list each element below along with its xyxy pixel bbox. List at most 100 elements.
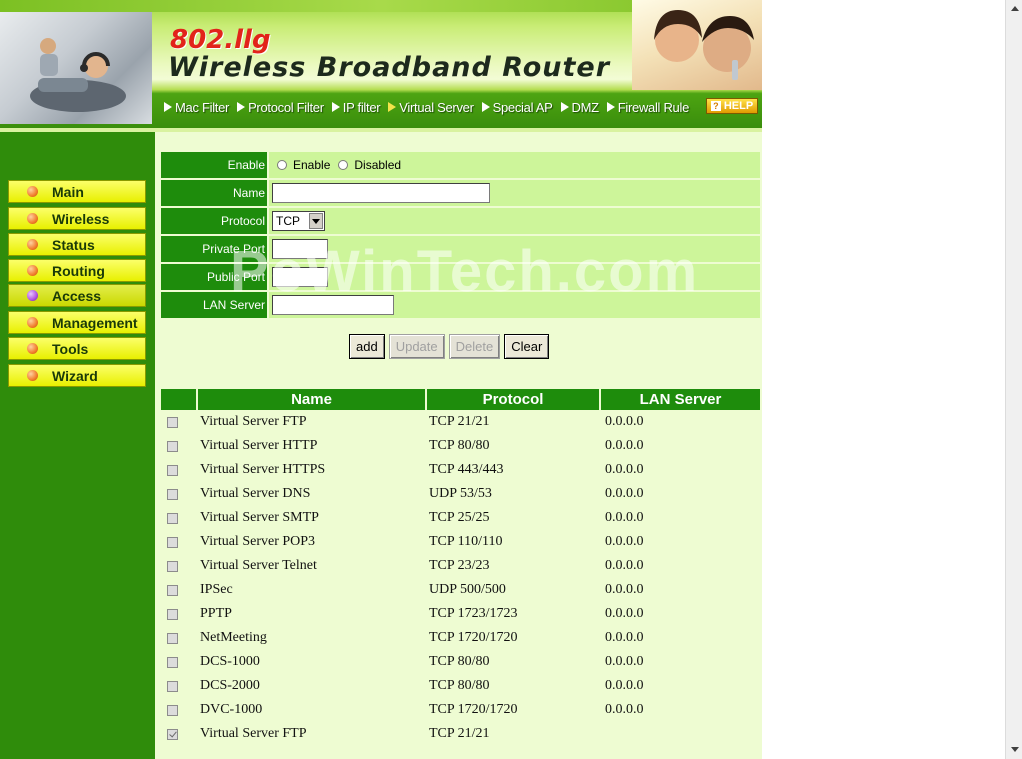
bullet-icon [27, 290, 38, 301]
sidebar-item-tools[interactable]: Tools [8, 337, 146, 360]
row-checkbox[interactable] [167, 680, 178, 692]
protocol-select[interactable]: TCP [272, 211, 325, 231]
banner-photo-left [0, 12, 152, 124]
row-checkbox[interactable] [167, 632, 178, 644]
arrow-right-icon [388, 102, 397, 112]
row-protocol: TCP 1723/1723 [429, 606, 518, 621]
table-row: Virtual Server HTTPS TCP 443/443 0.0.0.0 [161, 458, 760, 482]
table-body: Virtual Server FTP TCP 21/21 0.0.0.0 Virtua… [161, 410, 760, 746]
sidebar-item-main[interactable]: Main [8, 180, 146, 203]
header-banner: 802.llg Wireless Broadband Router Mac Fi… [0, 0, 762, 128]
nav-label: DMZ [571, 99, 600, 115]
sidebar-item-management[interactable]: Management [8, 311, 146, 334]
arrow-right-icon [164, 102, 172, 112]
scroll-up-icon[interactable] [1007, 1, 1022, 16]
table-row: Virtual Server FTP TCP 21/21 [161, 722, 760, 746]
row-lan-server: 0.0.0.0 [605, 678, 644, 693]
public-port-input[interactable] [272, 267, 328, 287]
table-row: IPSec UDP 500/500 0.0.0.0 [161, 578, 760, 602]
name-input[interactable] [272, 183, 490, 203]
sidebar-item-status[interactable]: Status [8, 233, 146, 256]
row-checkbox[interactable] [167, 608, 178, 620]
scroll-down-icon[interactable] [1007, 742, 1022, 757]
row-protocol: TCP 80/80 [429, 678, 490, 693]
row-checkbox[interactable] [167, 704, 178, 716]
row-checkbox[interactable] [167, 584, 178, 596]
nav-ip-filter[interactable]: IP filter [331, 100, 381, 115]
sidebar-item-routing[interactable]: Routing [8, 259, 146, 282]
enable-label: Enable [161, 152, 267, 178]
nav-virtual-server[interactable]: Virtual Server [388, 100, 474, 115]
nav-label: Protocol Filter [248, 99, 324, 115]
form-row-lan-server: LAN Server [161, 292, 760, 318]
banner-photo-right [632, 0, 762, 90]
bullet-icon [27, 317, 38, 328]
sidebar-item-label: Wizard [52, 367, 98, 384]
add-button[interactable]: add [349, 334, 385, 359]
row-name: DCS-1000 [200, 654, 260, 669]
row-protocol: TCP 1720/1720 [429, 702, 518, 717]
row-name: Virtual Server DNS [200, 486, 311, 501]
row-select-cell [161, 512, 198, 524]
nav-dmz[interactable]: DMZ [560, 99, 600, 115]
row-lan-server: 0.0.0.0 [605, 582, 644, 597]
nav-label: Mac Filter [175, 99, 230, 115]
row-protocol: TCP 25/25 [429, 510, 490, 525]
delete-button[interactable]: Delete [448, 334, 501, 359]
sidebar-item-label: Management [52, 314, 138, 331]
nav-protocol-filter[interactable]: Protocol Filter [237, 100, 324, 115]
sidebar: Main Wireless Status Routing Access Mana… [0, 128, 155, 759]
update-button[interactable]: Update [388, 334, 445, 359]
row-name: DCS-2000 [200, 678, 260, 693]
row-checkbox[interactable] [167, 488, 178, 500]
product-title: Wireless Broadband Router [168, 52, 611, 83]
nav-label: Firewall Rule [617, 99, 690, 115]
nav-firewall-rule[interactable]: Firewall Rule [606, 99, 690, 115]
row-checkbox[interactable] [167, 512, 178, 524]
sidebar-item-label: Status [52, 236, 95, 253]
lan-server-label: LAN Server [161, 292, 267, 318]
form-row-protocol: Protocol TCP [161, 208, 760, 234]
row-checkbox[interactable] [167, 536, 178, 548]
enable-radio[interactable] [277, 160, 287, 170]
row-checkbox[interactable] [167, 416, 178, 428]
arrow-right-icon [331, 102, 340, 112]
row-select-cell [161, 536, 198, 548]
row-name: Virtual Server HTTP [200, 438, 318, 453]
row-checkbox[interactable] [167, 440, 178, 452]
sidebar-item-wizard[interactable]: Wizard [8, 364, 146, 387]
row-checkbox[interactable] [167, 464, 178, 476]
help-button[interactable]: ? HELP [706, 98, 758, 114]
row-checkbox[interactable] [167, 560, 178, 572]
table-row: DVC-1000 TCP 1720/1720 0.0.0.0 [161, 698, 760, 722]
vertical-scrollbar[interactable] [1005, 0, 1022, 759]
row-name: DVC-1000 [200, 702, 263, 717]
row-protocol: TCP 21/21 [429, 726, 490, 741]
disabled-radio[interactable] [338, 160, 349, 170]
row-select-cell [161, 464, 198, 476]
row-select-cell [161, 440, 198, 452]
lan-server-input[interactable] [272, 295, 394, 315]
row-select-cell [161, 728, 198, 740]
row-checkbox[interactable] [167, 656, 178, 668]
row-name: Virtual Server HTTPS [200, 462, 326, 477]
sidebar-item-wireless[interactable]: Wireless [8, 207, 146, 230]
header-lan-server: LAN Server [601, 389, 760, 410]
nav-special-ap[interactable]: Special AP [481, 100, 553, 115]
row-checkbox[interactable] [167, 728, 178, 740]
enable-option-label: Enable [293, 158, 331, 172]
form-row-private-port: Private Port [161, 236, 760, 262]
private-port-input[interactable] [272, 239, 328, 259]
row-select-cell [161, 680, 198, 692]
clear-button[interactable]: Clear [504, 334, 550, 359]
lan-server-value [269, 292, 760, 318]
sidebar-item-access[interactable]: Access [8, 284, 146, 307]
row-select-cell [161, 560, 198, 572]
nav-mac-filter[interactable]: Mac Filter [164, 100, 229, 115]
row-lan-server: 0.0.0.0 [605, 414, 644, 429]
sidebar-item-label: Wireless [52, 210, 110, 227]
help-label: HELP [723, 100, 754, 112]
row-lan-server: 0.0.0.0 [605, 558, 644, 573]
header-name: Name [198, 389, 425, 410]
action-buttons: add Update Delete Clear [349, 334, 550, 359]
